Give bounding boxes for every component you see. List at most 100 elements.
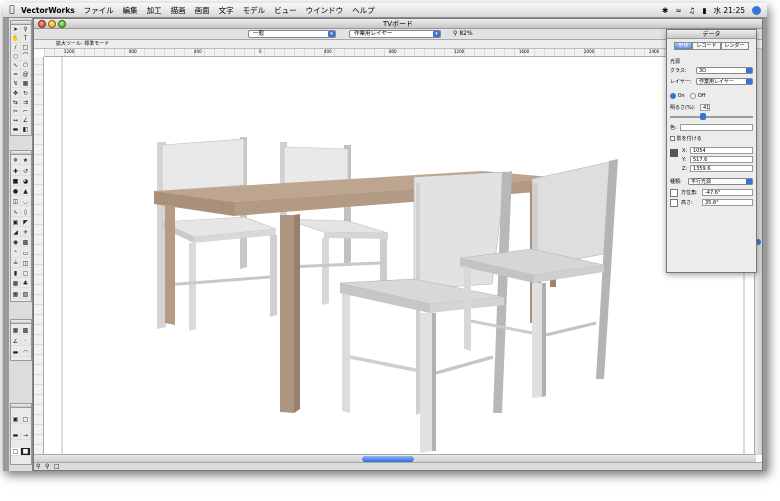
layer-select[interactable]: 作業用レイヤー xyxy=(696,78,753,85)
stair-icon[interactable]: ≟ xyxy=(11,259,21,268)
menu-window[interactable]: ウインドウ xyxy=(306,5,344,16)
tab-shape[interactable]: 形状 xyxy=(674,42,693,50)
color-swatch[interactable] xyxy=(680,124,753,131)
mirror-icon[interactable]: ⇆ xyxy=(11,98,21,107)
palette-titlebar[interactable] xyxy=(11,151,31,155)
horizontal-ruler[interactable]: 1200 800 400 0 400 800 1200 1600 2000 24… xyxy=(44,49,756,57)
close-icon[interactable] xyxy=(38,20,46,28)
hatch-icon[interactable]: ▧ xyxy=(21,290,31,299)
wifi-icon[interactable]: ≈ xyxy=(675,6,681,15)
camera-icon[interactable]: ◉ xyxy=(11,239,21,248)
text-icon[interactable]: T xyxy=(21,35,31,44)
class-select[interactable]: 3D xyxy=(696,67,753,74)
offset-icon[interactable]: ⇉ xyxy=(21,98,31,107)
window-titlebar[interactable]: TVボード xyxy=(34,19,762,29)
azimuth-field[interactable]: -47.6° xyxy=(702,189,753,196)
hemisphere-icon[interactable]: ◡ xyxy=(21,198,31,207)
door-icon[interactable]: ◧ xyxy=(21,125,31,134)
page-icon[interactable]: □ xyxy=(54,463,60,470)
snap-grid-icon[interactable]: ▦ xyxy=(11,327,21,335)
fill-icon[interactable]: ▣ xyxy=(11,416,21,424)
trim-icon[interactable]: ✂ xyxy=(11,107,21,116)
palette-titlebar[interactable] xyxy=(11,320,31,324)
sphere-icon[interactable]: ● xyxy=(11,188,21,197)
arc-icon[interactable]: ⌒ xyxy=(21,53,31,62)
zoom-out-icon[interactable]: ⚲ xyxy=(45,463,49,470)
fillet-3d-icon[interactable]: ◤ xyxy=(21,218,31,227)
elevation-icon[interactable] xyxy=(670,199,678,207)
z-field[interactable]: 1359.6 xyxy=(690,165,753,172)
bluetooth-icon[interactable]: ✱ xyxy=(662,6,668,15)
chair-front-left[interactable] xyxy=(339,171,512,453)
eyedropper-icon[interactable]: ↯ xyxy=(11,80,21,89)
tab-record[interactable]: レコード xyxy=(692,42,721,50)
attribute-icon[interactable]: ▦ xyxy=(21,80,31,89)
menu-text[interactable]: 文字 xyxy=(219,5,234,16)
line-icon[interactable]: ∕ xyxy=(11,44,21,53)
x-field[interactable]: 1054 xyxy=(690,147,753,154)
spiral-icon[interactable]: @ xyxy=(21,71,31,80)
roof-icon[interactable]: ⌃ xyxy=(11,249,21,258)
rotate-icon[interactable]: ↻ xyxy=(21,89,31,98)
minimize-icon[interactable] xyxy=(48,20,56,28)
menu-model[interactable]: モデル xyxy=(243,5,266,16)
flyover-icon[interactable]: ✵ xyxy=(11,157,21,166)
menu-view[interactable]: ビュー xyxy=(274,5,297,16)
sweep-icon[interactable]: ◕ xyxy=(21,177,31,186)
vertical-ruler[interactable] xyxy=(34,57,44,455)
column-icon[interactable]: ▮ xyxy=(11,270,21,279)
shadow-checkbox[interactable] xyxy=(670,136,675,141)
fill-color-icon[interactable]: □ xyxy=(11,448,21,456)
radio-on[interactable] xyxy=(670,92,676,99)
plant-icon[interactable]: ♣ xyxy=(21,280,31,289)
menu-edit[interactable]: 編集 xyxy=(123,5,138,16)
rect-icon[interactable]: □ xyxy=(21,44,31,53)
cone-icon[interactable]: ▲ xyxy=(21,188,31,197)
menu-modify[interactable]: 加工 xyxy=(147,5,162,16)
dimension-icon[interactable]: ↔ xyxy=(11,116,21,125)
menu-page[interactable]: 画面 xyxy=(195,5,210,16)
nurbs-icon[interactable]: ∿ xyxy=(11,208,21,217)
walkthrough-icon[interactable]: ★ xyxy=(21,157,31,166)
line-weight-icon[interactable]: ▬ xyxy=(11,432,21,440)
pan-icon[interactable]: ✋ xyxy=(11,35,21,44)
translate-view-icon[interactable]: ✚ xyxy=(11,167,21,176)
pen-color-icon[interactable]: ■ xyxy=(21,448,31,456)
palette-titlebar[interactable] xyxy=(11,404,31,408)
y-field[interactable]: 517.6 xyxy=(690,156,753,163)
palette-titlebar[interactable] xyxy=(11,21,31,25)
zoom-icon[interactable]: ⚲ xyxy=(21,26,31,35)
pointer-icon[interactable]: ➤ xyxy=(11,26,21,35)
extrude-icon[interactable]: ■ xyxy=(11,177,21,186)
drawing-canvas[interactable] xyxy=(44,57,756,455)
snap-edge-icon[interactable]: ▬ xyxy=(11,349,21,357)
fillet-icon[interactable]: ⌐ xyxy=(21,107,31,116)
spotlight-icon[interactable] xyxy=(752,6,761,15)
chamfer-icon[interactable]: ◢ xyxy=(11,229,21,238)
freehand-icon[interactable]: ≈ xyxy=(11,71,21,80)
horizontal-scrollbar[interactable] xyxy=(34,454,756,462)
loft-icon[interactable]: ◊ xyxy=(21,208,31,217)
rotate-view-icon[interactable]: ↺ xyxy=(21,167,31,176)
snap-angle-icon[interactable]: ∠ xyxy=(11,338,21,346)
clock[interactable]: 水 21:25 xyxy=(714,5,746,16)
grid-icon[interactable]: ▦ xyxy=(11,290,21,299)
circle-icon[interactable]: ○ xyxy=(11,53,21,62)
snap-object-icon[interactable]: ▩ xyxy=(21,327,31,335)
brightness-field[interactable]: 41 xyxy=(700,104,710,111)
arrow-icon[interactable]: → xyxy=(21,432,31,440)
zoom-window-icon[interactable] xyxy=(58,20,66,28)
slab-icon[interactable]: ▭ xyxy=(21,249,31,258)
kind-select[interactable]: 平行光源 xyxy=(688,178,753,185)
menu-help[interactable]: ヘルプ xyxy=(352,5,375,16)
battery-icon[interactable]: ▮ xyxy=(702,6,706,15)
data-palette-titlebar[interactable]: データ xyxy=(667,30,756,39)
light-icon[interactable]: ☀ xyxy=(21,229,31,238)
wall-icon[interactable]: ▬ xyxy=(11,125,21,134)
zoom-in-icon[interactable]: ⚲ xyxy=(36,463,40,470)
menu-file[interactable]: ファイル xyxy=(84,5,114,16)
pen-icon[interactable]: □ xyxy=(21,416,31,424)
snap-tangent-icon[interactable]: ◠ xyxy=(21,349,31,357)
layer-popup[interactable]: 作業用レイヤー ▾ xyxy=(349,30,441,38)
direction-icon[interactable] xyxy=(670,189,678,197)
